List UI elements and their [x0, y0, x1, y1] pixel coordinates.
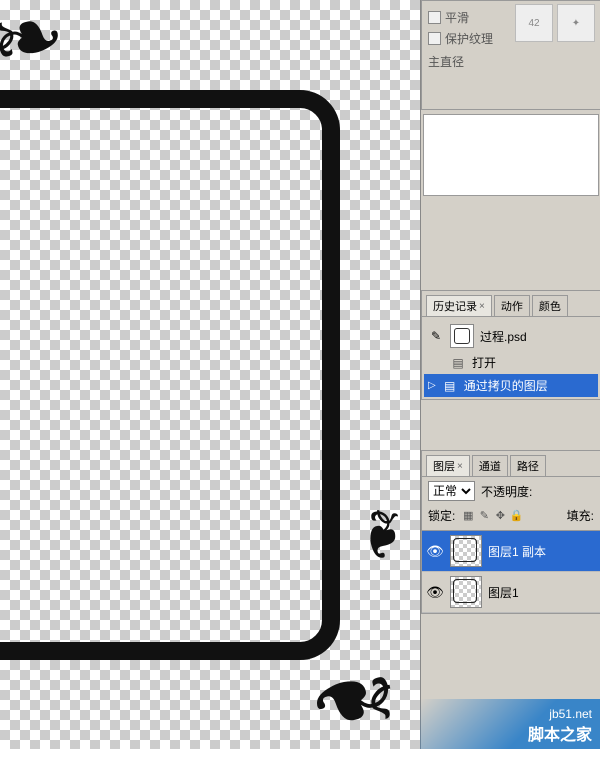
snapshot-name: 过程.psd — [480, 328, 527, 345]
layer-row-copy[interactable]: 👁 图层1 副本 — [422, 531, 600, 572]
checkbox-icon — [428, 32, 441, 45]
lock-transparent-icon[interactable]: ▦ — [461, 509, 475, 523]
layer-thumbnail[interactable] — [450, 576, 482, 608]
document-canvas[interactable]: ❧ ❧ ❧ — [0, 0, 420, 749]
tab-layers[interactable]: 图层 × — [426, 455, 470, 476]
protect-texture-label: 保护纹理 — [445, 30, 493, 47]
artwork-frame — [0, 90, 340, 660]
lock-icons: ▦ ✎ ✥ 🔒 — [461, 509, 523, 523]
layers-panel: 图层 × 通道 路径 正常 不透明度: 锁定: ▦ ✎ ✥ 🔒 — [421, 450, 600, 614]
panels-dock: 42 ✦ 平滑 保护纹理 主直径 历史记录 × 动作 颜色 ✎ 过程. — [420, 0, 600, 749]
tab-label: 路径 — [517, 458, 539, 474]
layer-thumbnail[interactable] — [450, 535, 482, 567]
opacity-label: 不透明度: — [481, 483, 532, 500]
snapshot-thumb — [450, 324, 474, 348]
history-step-layer-via-copy[interactable]: ▷ ▤ 通过拷贝的图层 — [424, 374, 598, 397]
layer-name: 图层1 — [488, 584, 519, 601]
visibility-eye-icon[interactable]: 👁 — [426, 584, 444, 601]
tab-label: 历史记录 — [433, 298, 477, 314]
layers-tab-bar: 图层 × 通道 路径 — [422, 451, 600, 477]
watermark: jb51.net 脚本之家 — [420, 699, 600, 749]
tab-label: 通道 — [479, 458, 501, 474]
tab-paths[interactable]: 路径 — [510, 455, 546, 476]
tab-label: 颜色 — [539, 298, 561, 314]
brush-options-panel: 42 ✦ 平滑 保护纹理 主直径 — [421, 0, 600, 110]
brush-preset-thumb[interactable]: ✦ — [557, 4, 595, 42]
fill-label: 填充: — [567, 507, 594, 524]
ornament-top-left: ❧ — [0, 0, 73, 91]
history-step-label: 打开 — [472, 354, 496, 371]
watermark-name: 脚本之家 — [528, 721, 592, 745]
history-tab-bar: 历史记录 × 动作 颜色 — [422, 291, 600, 317]
watermark-url: jb51.net — [549, 707, 592, 721]
ornament-bottom-right: ❧ — [299, 637, 409, 761]
blend-mode-select[interactable]: 正常 — [428, 481, 475, 501]
layer-name: 图层1 副本 — [488, 543, 546, 560]
history-panel: 历史记录 × 动作 颜色 ✎ 过程.psd ▤ 打开 ▷ ▤ 通过拷贝的图层 — [421, 290, 600, 400]
tab-label: 图层 — [433, 458, 455, 474]
brush-preview — [423, 114, 599, 196]
history-snapshot[interactable]: ✎ 过程.psd — [424, 321, 598, 351]
brush-preset-thumb[interactable]: 42 — [515, 4, 553, 42]
tab-color[interactable]: 颜色 — [532, 295, 568, 316]
current-step-arrow-icon: ▷ — [428, 380, 436, 391]
history-step-open[interactable]: ▤ 打开 — [424, 351, 598, 374]
tab-history[interactable]: 历史记录 × — [426, 295, 492, 316]
lock-position-icon[interactable]: ✥ — [493, 509, 507, 523]
layer-row-1[interactable]: 👁 图层1 — [422, 572, 600, 613]
smoothing-label: 平滑 — [445, 9, 469, 26]
tab-label: 动作 — [501, 298, 523, 314]
history-step-label: 通过拷贝的图层 — [464, 377, 548, 394]
layer-icon: ▤ — [442, 378, 458, 394]
close-icon[interactable]: × — [457, 461, 463, 472]
snapshot-brush-icon: ✎ — [428, 329, 444, 343]
checkbox-icon — [428, 11, 441, 24]
ornament-right-side: ❧ — [346, 505, 416, 564]
close-icon[interactable]: × — [479, 301, 485, 312]
tab-actions[interactable]: 动作 — [494, 295, 530, 316]
tab-channels[interactable]: 通道 — [472, 455, 508, 476]
lock-label: 锁定: — [428, 507, 455, 524]
lock-all-icon[interactable]: 🔒 — [509, 509, 523, 523]
lock-pixels-icon[interactable]: ✎ — [477, 509, 491, 523]
document-icon: ▤ — [450, 355, 466, 371]
visibility-eye-icon[interactable]: 👁 — [426, 543, 444, 560]
main-diameter-label: 主直径 — [428, 53, 594, 70]
